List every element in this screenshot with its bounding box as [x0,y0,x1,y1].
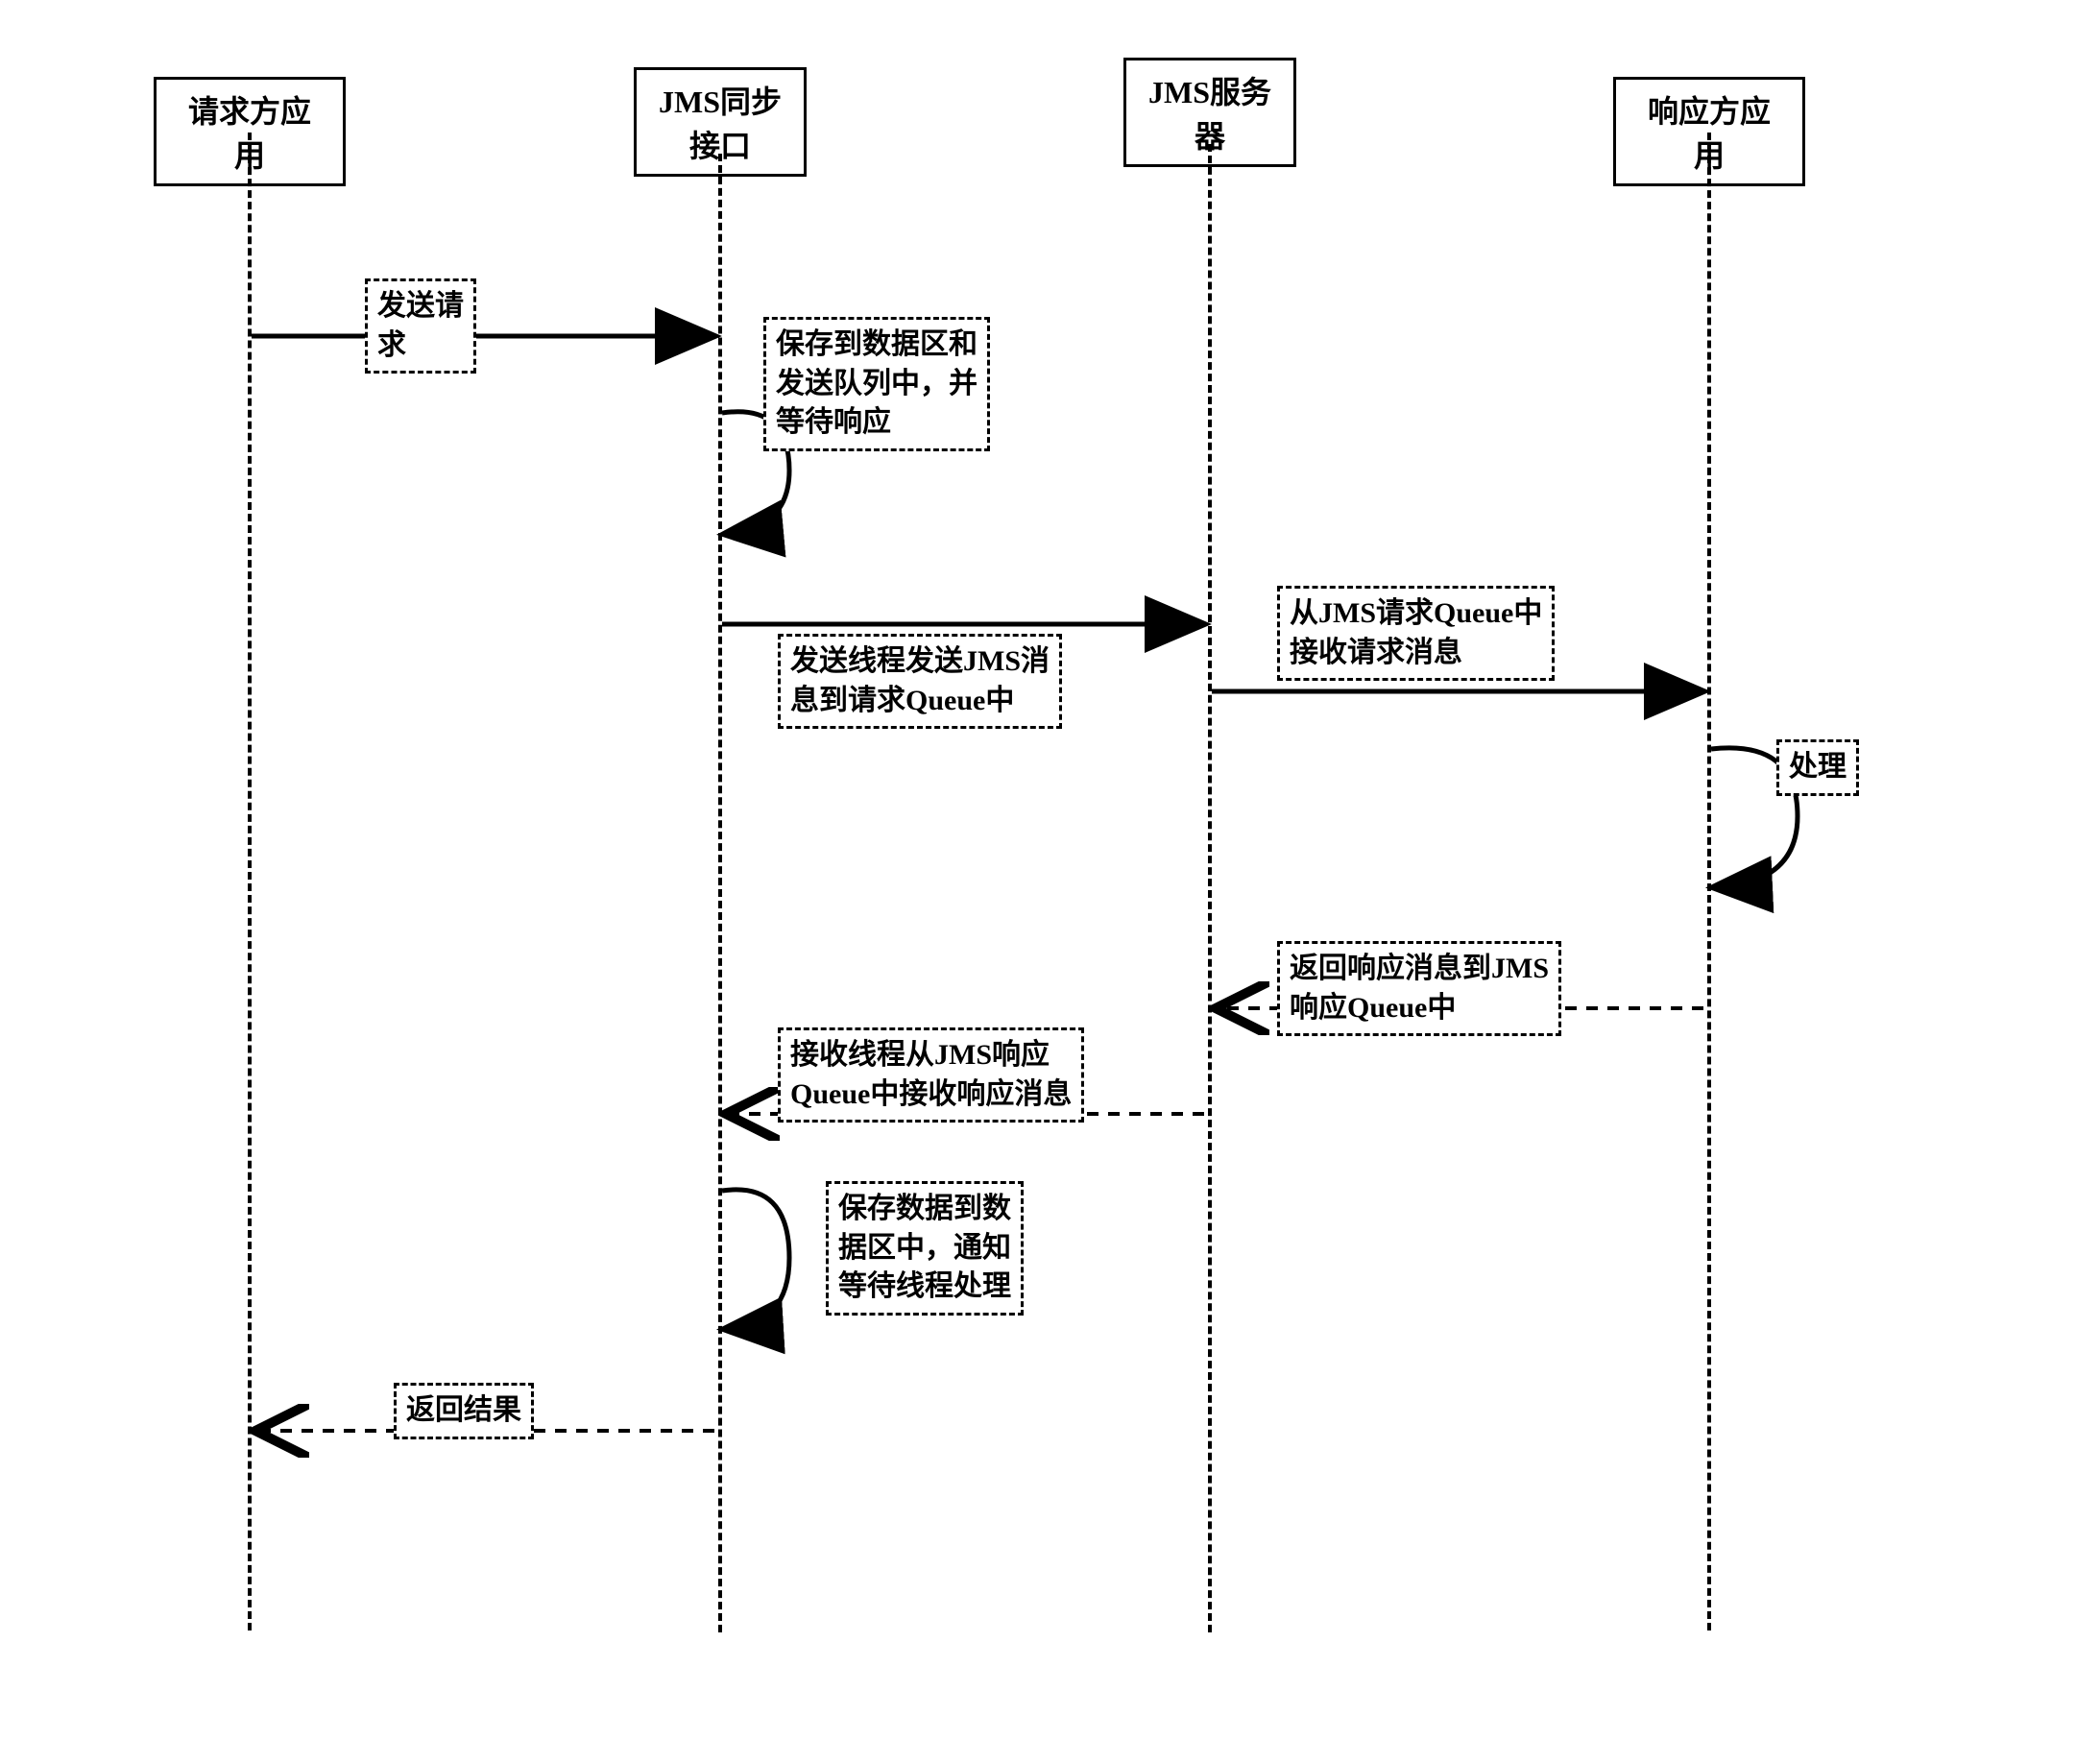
msg-return-result: 返回结果 [394,1383,534,1439]
msg-save-notify-text: 保存数据到数 据区中，通知 等待线程处理 [838,1193,1011,1302]
lifeline-jms-server [1208,144,1212,1632]
sequence-diagram: 请求方应用 JMS同步 接口 JMS服务 器 响应方应用 [38,38,2055,1671]
msg-recv-queue-text: 从JMS请求Queue中 接收请求消息 [1290,597,1542,668]
msg-process: 处理 [1776,739,1859,796]
msg-send-request-text: 发送请 求 [377,290,464,361]
msg-send-thread: 发送线程发送JMS消 息到请求Queue中 [778,634,1062,729]
participant-jms-server-label: JMS服务 器 [1148,75,1271,154]
arrows-layer [38,38,2055,1671]
lifeline-requester [248,133,252,1630]
participant-jms-sync-label: JMS同步 接口 [659,85,782,163]
msg-return-result-text: 返回结果 [406,1394,521,1426]
lifeline-jms-sync [718,154,722,1632]
msg-save-and-wait: 保存到数据区和 发送队列中，并 等待响应 [763,317,990,451]
msg-return-resp: 返回响应消息到JMS 响应Queue中 [1277,941,1561,1036]
lifeline-responder [1707,133,1711,1630]
msg-recv-thread-text: 接收线程从JMS响应 Queue中接收响应消息 [790,1039,1072,1110]
msg-save-and-wait-text: 保存到数据区和 发送队列中，并 等待响应 [776,328,978,438]
msg-process-text: 处理 [1789,751,1847,783]
msg-recv-thread: 接收线程从JMS响应 Queue中接收响应消息 [778,1027,1084,1123]
msg-recv-queue: 从JMS请求Queue中 接收请求消息 [1277,586,1555,681]
msg-send-thread-text: 发送线程发送JMS消 息到请求Queue中 [790,645,1050,716]
msg-save-notify: 保存数据到数 据区中，通知 等待线程处理 [826,1181,1024,1316]
msg-return-resp-text: 返回响应消息到JMS 响应Queue中 [1290,953,1549,1024]
msg-send-request: 发送请 求 [365,278,476,374]
